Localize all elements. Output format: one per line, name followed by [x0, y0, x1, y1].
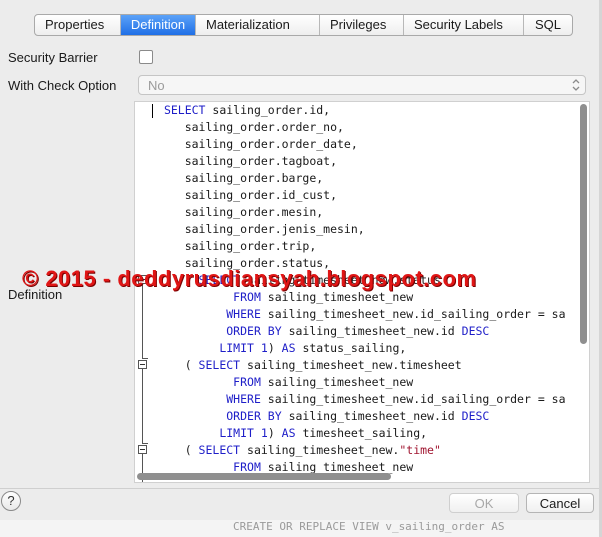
sql-definition-editor[interactable]: SELECT sailing_order.id, sailing_order.o…	[134, 101, 590, 483]
code-area[interactable]: SELECT sailing_order.id, sailing_order.o…	[135, 102, 579, 482]
code-line: sailing_order.id_cust,	[157, 188, 338, 202]
code-line: FROM sailing_timesheet_new	[233, 375, 414, 389]
horizontal-scrollbar[interactable]	[137, 473, 391, 480]
code-line: ( SELECT sailing_timesheet_new."time"	[157, 443, 441, 457]
code-line: sailing_order.order_no,	[157, 120, 344, 134]
fold-toggle-icon[interactable]	[138, 445, 147, 454]
code-line: sailing_order.jenis_mesin,	[157, 222, 365, 236]
code-line: ORDER BY sailing_timesheet_new.id DESC	[226, 324, 490, 338]
tab-definition[interactable]: Definition	[121, 15, 196, 35]
code-line: LIMIT 1) AS status_sailing,	[219, 341, 407, 355]
updown-arrows-icon	[572, 79, 580, 91]
code-line: ORDER BY sailing_timesheet_new.id DESC	[226, 409, 490, 423]
security-barrier-label: Security Barrier	[8, 50, 98, 65]
fold-guide	[142, 284, 143, 358]
code-line: LIMIT 1) AS timesheet_sailing,	[219, 426, 428, 440]
background-window-strip: CREATE OR REPLACE VIEW v_sailing_order A…	[0, 520, 602, 537]
code-line: WHERE sailing_timesheet_new.id_sailing_o…	[226, 392, 566, 406]
watermark-text: © 2015 - deddyrusdiansyah.blogspot.com	[22, 266, 477, 291]
code-line: sailing_order.order_date,	[157, 137, 358, 151]
fold-guide-end	[142, 358, 148, 359]
code-line: sailing_order.tagboat,	[157, 154, 338, 168]
tab-materialization[interactable]: Materialization	[196, 15, 320, 35]
code-line: sailing_order.barge,	[157, 171, 324, 185]
ok-button[interactable]: OK	[449, 493, 519, 513]
code-line: sailing_order.trip,	[157, 239, 317, 253]
vertical-scrollbar[interactable]	[580, 104, 587, 344]
fold-guide	[142, 369, 143, 443]
view-properties-dialog: Properties Definition Materialization Pr…	[0, 0, 602, 537]
code-line: sailing_order.mesin,	[157, 205, 324, 219]
help-button[interactable]: ?	[1, 491, 21, 511]
fold-toggle-icon[interactable]	[138, 360, 147, 369]
cancel-button[interactable]: Cancel	[526, 493, 594, 513]
code-line: ( SELECT sailing_timesheet_new.timesheet	[157, 358, 462, 372]
footer-divider	[0, 488, 602, 489]
background-sql-text: CREATE OR REPLACE VIEW v_sailing_order A…	[233, 520, 505, 533]
tab-privileges[interactable]: Privileges	[320, 15, 404, 35]
with-check-option-label: With Check Option	[8, 78, 117, 93]
tab-properties[interactable]: Properties	[35, 15, 121, 35]
code-line: SELECT sailing_order.id,	[163, 103, 331, 117]
tab-sql[interactable]: SQL	[524, 15, 572, 35]
code-line: WHERE sailing_timesheet_new.id_sailing_o…	[226, 307, 566, 321]
tab-security-labels[interactable]: Security Labels	[404, 15, 524, 35]
with-check-option-value: No	[148, 78, 165, 93]
text-caret	[152, 104, 153, 118]
security-barrier-checkbox[interactable]	[139, 50, 153, 64]
fold-guide-end	[142, 443, 148, 444]
tab-bar: Properties Definition Materialization Pr…	[34, 14, 573, 36]
with-check-option-select[interactable]: No	[138, 75, 586, 95]
